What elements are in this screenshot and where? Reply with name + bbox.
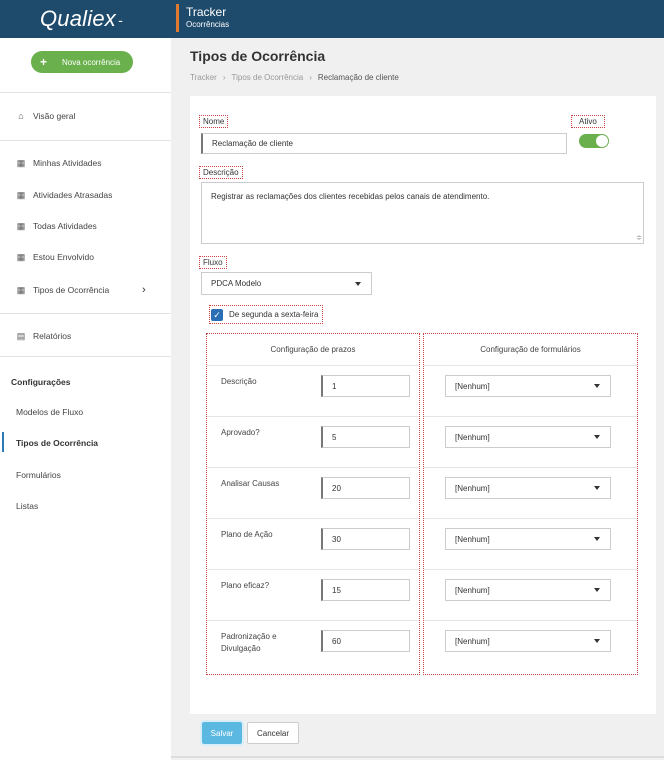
cancel-button[interactable]: Cancelar — [247, 722, 299, 744]
sidebar-item-relatorios[interactable]: ▤ Relatórios — [0, 326, 171, 346]
formularios-heading: Configuração de formulários — [424, 334, 637, 366]
caret-down-icon — [594, 486, 600, 490]
table-row: [Nenhum] — [424, 366, 637, 417]
prazo-input[interactable]: 5 — [321, 426, 410, 448]
weekdays-checkbox-row[interactable]: ✓ De segunda a sexta-feira — [208, 305, 324, 324]
table-row: [Nenhum] — [424, 621, 637, 672]
grid-icon: ▦ — [16, 189, 26, 200]
app-subtitle: Ocorrências — [186, 20, 230, 29]
caret-down-icon — [594, 588, 600, 592]
divider — [0, 313, 171, 314]
chevron-right-icon: › — [142, 284, 146, 296]
table-row: Analisar Causas 20 — [207, 468, 419, 519]
home-icon: ⌂ — [18, 111, 24, 121]
prazos-heading: Configuração de prazos — [207, 334, 419, 366]
table-row: [Nenhum] — [424, 468, 637, 519]
formulario-select[interactable]: [Nenhum] — [445, 528, 611, 550]
main-content: Tipos de Ocorrência Tracker › Tipos de O… — [171, 38, 664, 760]
ativo-label: Ativo — [571, 115, 605, 128]
divider — [0, 356, 171, 357]
breadcrumb-separator-icon: › — [222, 73, 226, 82]
formulario-select[interactable]: [Nenhum] — [445, 630, 611, 652]
sidebar-item-formularios[interactable]: Formulários — [16, 470, 61, 480]
table-row: [Nenhum] — [424, 417, 637, 468]
new-occurrence-button[interactable]: + Nova ocorrência — [31, 51, 133, 73]
formularios-panel: Configuração de formulários [Nenhum] [Ne… — [423, 333, 638, 675]
sidebar-item-estou-envolvido[interactable]: ▦ Estou Envolvido — [0, 247, 171, 267]
prazo-input[interactable]: 20 — [321, 477, 410, 499]
top-bar: Qualiex - Tracker Ocorrências — [0, 0, 664, 38]
divider — [0, 92, 171, 93]
breadcrumb-separator-icon: › — [309, 73, 312, 82]
grid-icon: ▦ — [16, 220, 26, 231]
sidebar-item-visao-geral[interactable]: ⌂ Visão geral — [0, 106, 171, 126]
sidebar-item-todas-atividades[interactable]: ▦ Todas Atividades — [0, 216, 171, 236]
sidebar-item-atividades-atrasadas[interactable]: ▦ Atividades Atrasadas — [0, 185, 171, 205]
resize-grip-icon[interactable]: ≑ — [636, 234, 642, 242]
caret-down-icon — [355, 281, 361, 286]
config-heading: Configurações — [11, 377, 71, 387]
grid-icon: ▦ — [16, 284, 26, 295]
breadcrumb-tipos[interactable]: Tipos de Ocorrência — [232, 73, 304, 82]
table-row: Aprovado? 5 — [207, 417, 419, 468]
prazo-input[interactable]: 60 — [321, 630, 410, 652]
save-button[interactable]: Salvar — [200, 720, 244, 746]
grid-icon: ▦ — [16, 251, 26, 262]
toggle-knob — [596, 135, 608, 147]
sidebar-item-modelos-fluxo[interactable]: Modelos de Fluxo — [16, 407, 83, 417]
formulario-select[interactable]: [Nenhum] — [445, 477, 611, 499]
sidebar-item-config-tipos-ocorrencia[interactable]: Tipos de Ocorrência — [16, 438, 98, 448]
caret-down-icon — [594, 435, 600, 439]
caret-down-icon — [594, 384, 600, 388]
sidebar-item-listas[interactable]: Listas — [16, 501, 38, 511]
table-row: [Nenhum] — [424, 570, 637, 621]
caret-down-icon — [594, 537, 600, 541]
sidebar: + Nova ocorrência ⌂ Visão geral ▦ Minhas… — [0, 38, 171, 760]
prazo-input[interactable]: 15 — [321, 579, 410, 601]
prazos-panel: Configuração de prazos Descrição 1 Aprov… — [206, 333, 420, 675]
table-row: Padronização e Divulgação 60 — [207, 621, 419, 672]
breadcrumb-tracker[interactable]: Tracker — [190, 73, 217, 82]
prazo-input[interactable]: 30 — [321, 528, 410, 550]
formulario-select[interactable]: [Nenhum] — [445, 579, 611, 601]
table-row: Plano de Ação 30 — [207, 519, 419, 570]
fluxo-select[interactable]: PDCA Modelo — [201, 272, 372, 295]
nome-input[interactable]: Reclamação de cliente — [201, 133, 567, 154]
formulario-select[interactable]: [Nenhum] — [445, 426, 611, 448]
sidebar-item-minhas-atividades[interactable]: ▦ Minhas Atividades — [0, 153, 171, 173]
fluxo-label: Fluxo — [199, 256, 227, 269]
grid-icon: ▦ — [16, 157, 26, 168]
qualiex-logo[interactable]: Qualiex - — [0, 0, 170, 38]
logo-dropdown-icon: - — [118, 12, 123, 29]
descricao-label: Descrição — [199, 166, 243, 179]
active-indicator — [2, 432, 4, 452]
table-row: Plano eficaz? 15 — [207, 570, 419, 621]
form-card: Nome Reclamação de cliente Ativo Descriç… — [190, 96, 656, 716]
formulario-select[interactable]: [Nenhum] — [445, 375, 611, 397]
breadcrumb: Tracker › Tipos de Ocorrência › Reclamaç… — [190, 73, 399, 82]
descricao-textarea[interactable]: Registrar as reclamações dos clientes re… — [201, 182, 644, 244]
table-row: Descrição 1 — [207, 366, 419, 417]
caret-down-icon — [594, 639, 600, 643]
breadcrumb-current: Reclamação de cliente — [317, 73, 399, 82]
app-name: Tracker — [186, 5, 227, 19]
sidebar-item-tipos-ocorrencia[interactable]: ▦ Tipos de Ocorrência › — [0, 280, 171, 300]
nome-label: Nome — [198, 115, 229, 128]
form-footer: Salvar Cancelar — [190, 714, 656, 752]
divider — [171, 756, 664, 758]
weekdays-checkbox[interactable]: ✓ — [211, 308, 223, 321]
divider — [0, 140, 171, 141]
ativo-toggle[interactable] — [579, 134, 609, 148]
plus-icon: + — [40, 55, 48, 69]
document-icon: ▤ — [16, 330, 26, 341]
app-accent-bar — [176, 4, 179, 32]
prazo-input[interactable]: 1 — [321, 375, 410, 397]
page-title: Tipos de Ocorrência — [190, 48, 326, 64]
table-row: [Nenhum] — [424, 519, 637, 570]
